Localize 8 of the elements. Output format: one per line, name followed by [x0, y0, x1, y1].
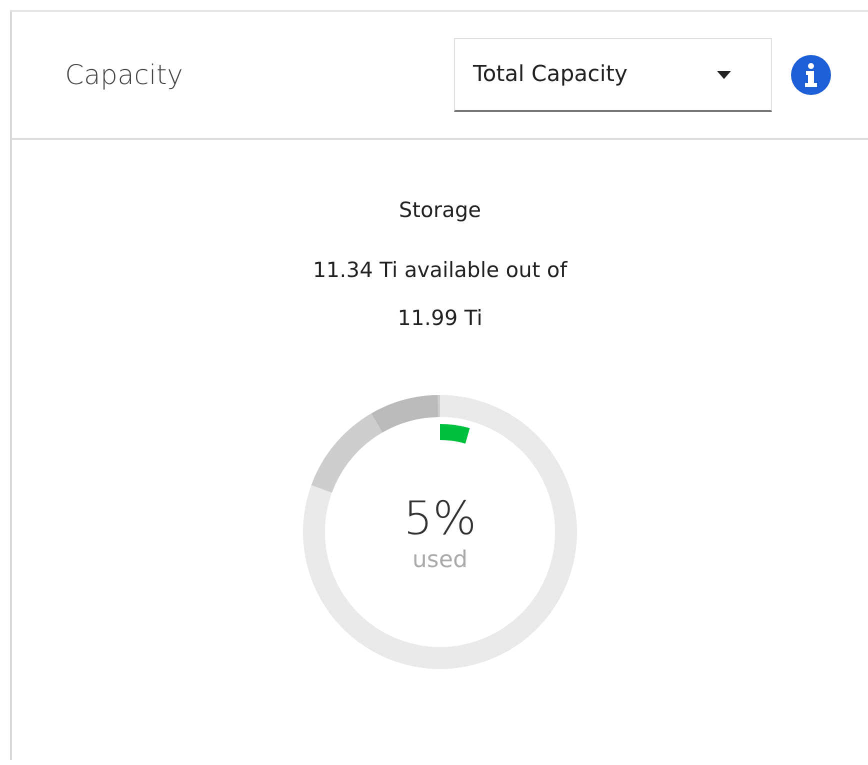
caret-icon — [717, 70, 731, 78]
usage-percent: 5% — [404, 491, 476, 545]
storage-summary: 11.34 Ti available out of 11.99 Ti — [312, 257, 568, 332]
card-title: Capacity — [65, 60, 184, 90]
storage-heading: Storage — [398, 198, 482, 222]
info-icon[interactable] — [790, 54, 832, 96]
usage-caption: used — [412, 547, 468, 573]
capacity-dropdown[interactable]: Total Capacity — [454, 38, 772, 112]
